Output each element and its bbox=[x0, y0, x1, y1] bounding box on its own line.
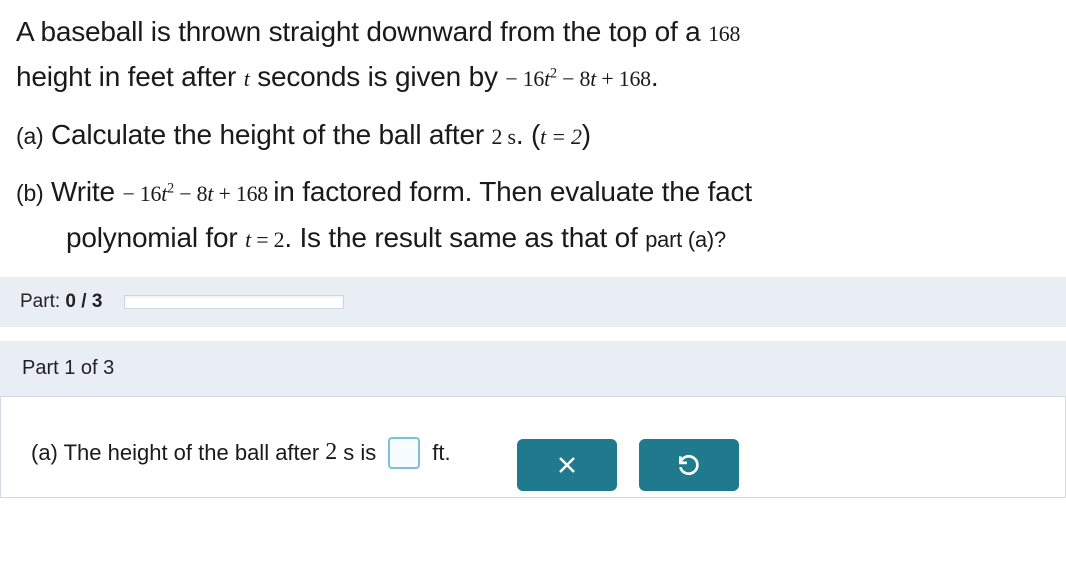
problem-height-value: 168 bbox=[708, 22, 740, 46]
part-a-time: 2 s bbox=[492, 125, 516, 149]
part-a-text2: . ( bbox=[516, 119, 540, 150]
part-b-text2: in factored form. Then evaluate the fact bbox=[273, 176, 752, 207]
problem-formula: − 16t2 − 8t + 168 bbox=[505, 67, 651, 91]
progress-current: 0 bbox=[65, 291, 76, 312]
problem-line1a: A baseball is thrown straight downward f… bbox=[16, 16, 708, 47]
answer-row: (a) The height of the ball after 2 s is … bbox=[0, 396, 1066, 498]
reset-button[interactable] bbox=[639, 439, 739, 491]
undo-icon bbox=[676, 452, 702, 478]
part-a-cond: t = 2 bbox=[540, 125, 582, 149]
part-b-ref: part (a)? bbox=[645, 227, 726, 252]
part-b-line2a: polynomial for bbox=[66, 222, 245, 253]
problem-statement: A baseball is thrown straight downward f… bbox=[16, 12, 1050, 259]
problem-line2b: seconds is given by bbox=[250, 61, 506, 92]
progress-header: Part: 0 / 3 bbox=[0, 277, 1066, 327]
part-b-formula: − 16t2 − 8t + 168 bbox=[122, 182, 273, 206]
part-a-label: (a) bbox=[16, 123, 43, 149]
progress-prefix: Part: bbox=[20, 291, 65, 312]
problem-line2a: height in feet after bbox=[16, 61, 244, 92]
answer-unit: ft. bbox=[432, 440, 450, 466]
answer-time-num: 2 bbox=[325, 439, 337, 466]
subpart-label: Part 1 of 3 bbox=[22, 357, 114, 379]
part-b-text1: Write bbox=[43, 176, 122, 207]
part-a-text1: Calculate the height of the ball after bbox=[43, 119, 491, 150]
part-a-text3: ) bbox=[582, 119, 591, 150]
progress-total: 3 bbox=[92, 291, 103, 312]
progress-sep: / bbox=[76, 291, 92, 312]
progress-bar bbox=[124, 295, 344, 309]
part-b-line2b: . Is the result same as that of bbox=[284, 222, 645, 253]
answer-time-unit: s is bbox=[343, 440, 376, 466]
close-icon bbox=[555, 453, 579, 477]
part-b-cond: t = 2 bbox=[245, 228, 284, 252]
subpart-header: Part 1 of 3 bbox=[0, 341, 1066, 396]
problem-line2c: . bbox=[651, 61, 659, 92]
progress-label: Part: 0 / 3 bbox=[20, 291, 102, 313]
clear-button[interactable] bbox=[517, 439, 617, 491]
answer-input[interactable] bbox=[388, 437, 420, 469]
answer-prefix: (a) The height of the ball after bbox=[31, 440, 319, 466]
part-b-label: (b) bbox=[16, 180, 43, 206]
